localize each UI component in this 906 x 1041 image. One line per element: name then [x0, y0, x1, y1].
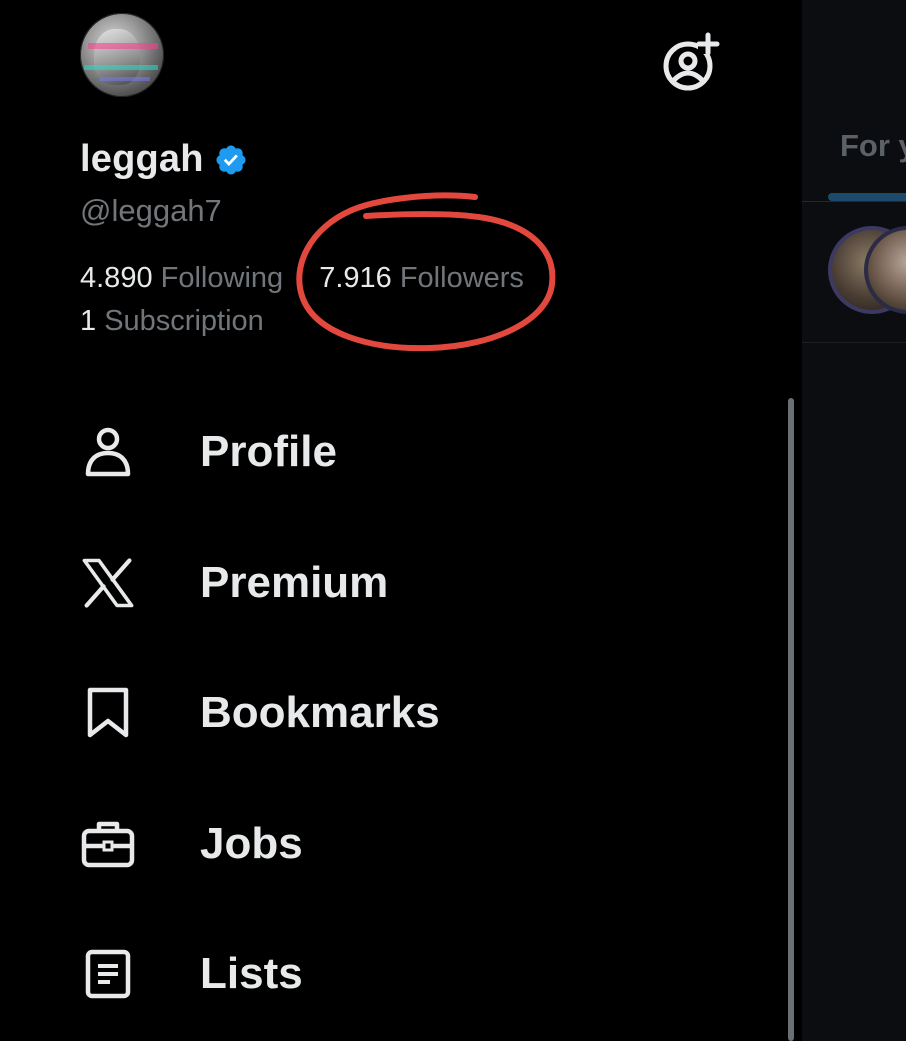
- menu-item-jobs[interactable]: Jobs: [76, 799, 736, 889]
- menu-label-lists: Lists: [200, 949, 303, 998]
- home-feed-backdrop[interactable]: For y: [802, 0, 906, 1041]
- display-name: leggah: [80, 138, 204, 180]
- x-logo-icon: [76, 551, 140, 615]
- display-name-row[interactable]: leggah: [80, 138, 248, 181]
- following-count: 4.890: [80, 262, 153, 294]
- menu-item-bookmarks[interactable]: Bookmarks: [76, 668, 736, 758]
- followers-count: 7.916: [319, 262, 392, 294]
- following-label: Following: [160, 262, 284, 294]
- subscriptions-stat[interactable]: 1 Subscription: [80, 305, 264, 338]
- active-tab-indicator: [828, 193, 906, 201]
- person-plus-icon: [663, 32, 720, 91]
- bookmark-icon: [76, 681, 140, 745]
- menu-item-premium[interactable]: Premium: [76, 538, 736, 628]
- list-icon: [76, 942, 140, 1006]
- verified-badge-icon: [216, 144, 246, 175]
- add-account-button[interactable]: [660, 32, 720, 92]
- person-icon: [76, 420, 140, 484]
- profile-avatar[interactable]: [80, 13, 164, 97]
- followers-stat[interactable]: 7.916 Followers: [319, 262, 524, 295]
- follow-stats: 4.890 Following 7.916 Followers: [80, 262, 524, 295]
- following-stat[interactable]: 4.890 Following: [80, 262, 283, 295]
- menu-label-premium: Premium: [200, 558, 389, 607]
- tab-for-you[interactable]: For y: [840, 128, 906, 164]
- briefcase-icon: [76, 812, 140, 876]
- menu-label-jobs: Jobs: [200, 819, 303, 868]
- story-divider: [802, 342, 906, 343]
- side-drawer: leggah @leggah7 4.890 Following 7.916 Fo…: [0, 0, 802, 1041]
- menu-label-profile: Profile: [200, 427, 337, 476]
- drawer-scrollbar[interactable]: [788, 398, 794, 1041]
- tab-divider: [802, 201, 906, 202]
- subscriptions-count: 1: [80, 305, 97, 337]
- followers-label: Followers: [399, 262, 524, 294]
- menu-label-bookmarks: Bookmarks: [200, 688, 440, 737]
- menu-item-lists[interactable]: Lists: [76, 929, 736, 1019]
- user-handle: @leggah7: [80, 193, 222, 228]
- subscriptions-label: Subscription: [104, 305, 264, 337]
- menu-item-profile[interactable]: Profile: [76, 407, 736, 497]
